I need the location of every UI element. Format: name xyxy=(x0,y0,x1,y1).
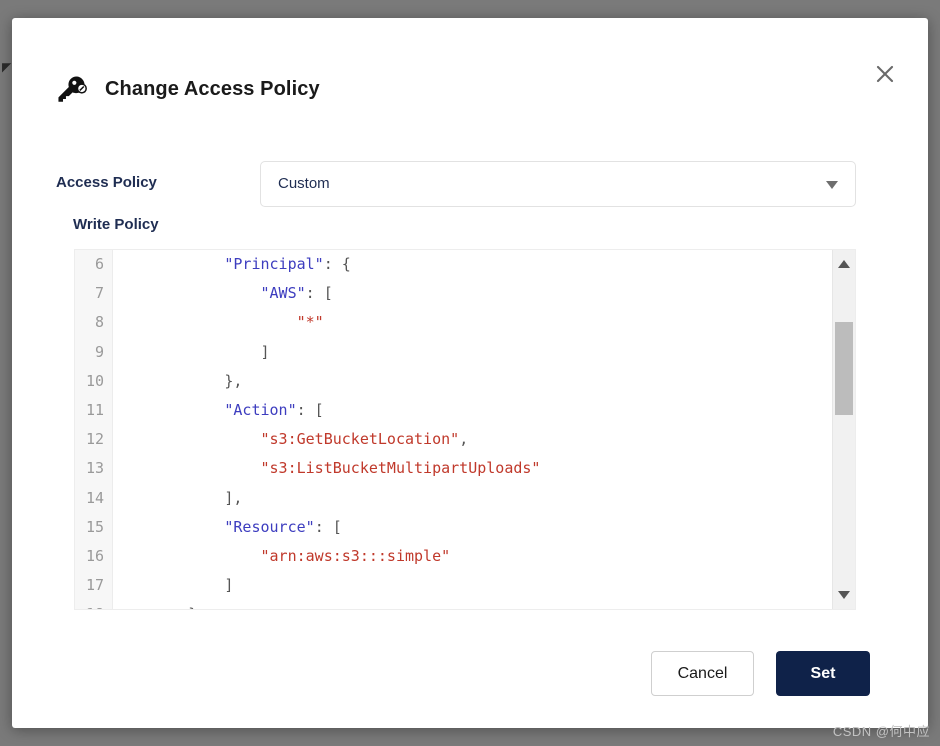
change-access-policy-dialog: Change Access Policy Access Policy Custo… xyxy=(12,18,928,728)
code-line[interactable]: ] xyxy=(114,338,831,367)
line-number: 8 xyxy=(94,313,104,332)
code-line[interactable]: "Resource": [ xyxy=(114,513,831,542)
code-line[interactable]: ] xyxy=(114,571,831,600)
code-line[interactable]: "Principal": { xyxy=(114,250,831,279)
line-number: 10 xyxy=(85,371,104,390)
line-number: 12 xyxy=(85,430,104,449)
code-line[interactable]: "s3:GetBucketLocation", xyxy=(114,425,831,454)
line-number: 9 xyxy=(94,342,104,361)
line-number: 14 xyxy=(85,488,104,507)
line-number: 18 xyxy=(75,600,112,609)
line-number: 13 xyxy=(85,459,104,478)
scrollbar-thumb[interactable] xyxy=(835,321,853,416)
line-number: 16 xyxy=(85,546,104,565)
line-number: 15 xyxy=(85,517,104,536)
background-partial-icon: ◤ xyxy=(2,60,12,74)
code-content[interactable]: "Principal": { "AWS": [ "*" ] }, "Action… xyxy=(114,250,831,609)
access-policy-select[interactable]: Custom xyxy=(260,161,856,207)
write-policy-label: Write Policy xyxy=(73,216,159,233)
code-line[interactable]: ], xyxy=(114,484,831,513)
dialog-footer: Cancel Set xyxy=(12,651,928,711)
close-icon[interactable] xyxy=(870,59,900,89)
line-number-gutter: 6 7 8 9 10 11 12 13 14 15 16 17 18 xyxy=(75,250,113,609)
access-policy-selected-value: Custom xyxy=(278,175,330,192)
line-number: 11 xyxy=(85,400,104,419)
code-line[interactable]: }, xyxy=(114,367,831,396)
code-line[interactable]: "AWS": [ xyxy=(114,279,831,308)
code-line[interactable]: "*" xyxy=(114,308,831,337)
chevron-down-icon xyxy=(826,181,838,189)
cancel-button[interactable]: Cancel xyxy=(651,651,754,696)
code-line[interactable]: } xyxy=(114,600,831,609)
editor-scrollbar[interactable] xyxy=(832,250,855,609)
access-policy-label: Access Policy xyxy=(56,174,157,191)
set-button[interactable]: Set xyxy=(776,651,870,696)
policy-code-editor[interactable]: 6 7 8 9 10 11 12 13 14 15 16 17 18 "Principal": { "A… xyxy=(74,249,856,610)
page-title: Change Access Policy xyxy=(105,77,320,100)
triangle-down-icon[interactable] xyxy=(838,591,850,599)
code-line[interactable]: "arn:aws:s3:::simple" xyxy=(114,542,831,571)
triangle-up-icon[interactable] xyxy=(838,260,850,268)
line-number: 7 xyxy=(94,284,104,303)
code-line[interactable]: "s3:ListBucketMultipartUploads" xyxy=(114,454,831,483)
line-number: 17 xyxy=(85,576,104,595)
access-policy-row: Access Policy Custom xyxy=(12,161,928,209)
code-line[interactable]: "Action": [ xyxy=(114,396,831,425)
watermark: CSDN @何中应 xyxy=(832,724,930,739)
key-icon xyxy=(58,76,87,102)
dialog-header: Change Access Policy xyxy=(12,18,928,136)
dialog-title-row: Change Access Policy xyxy=(55,72,320,106)
modal-backdrop[interactable]: ◤ xyxy=(0,0,12,746)
line-number: 6 xyxy=(94,255,104,273)
